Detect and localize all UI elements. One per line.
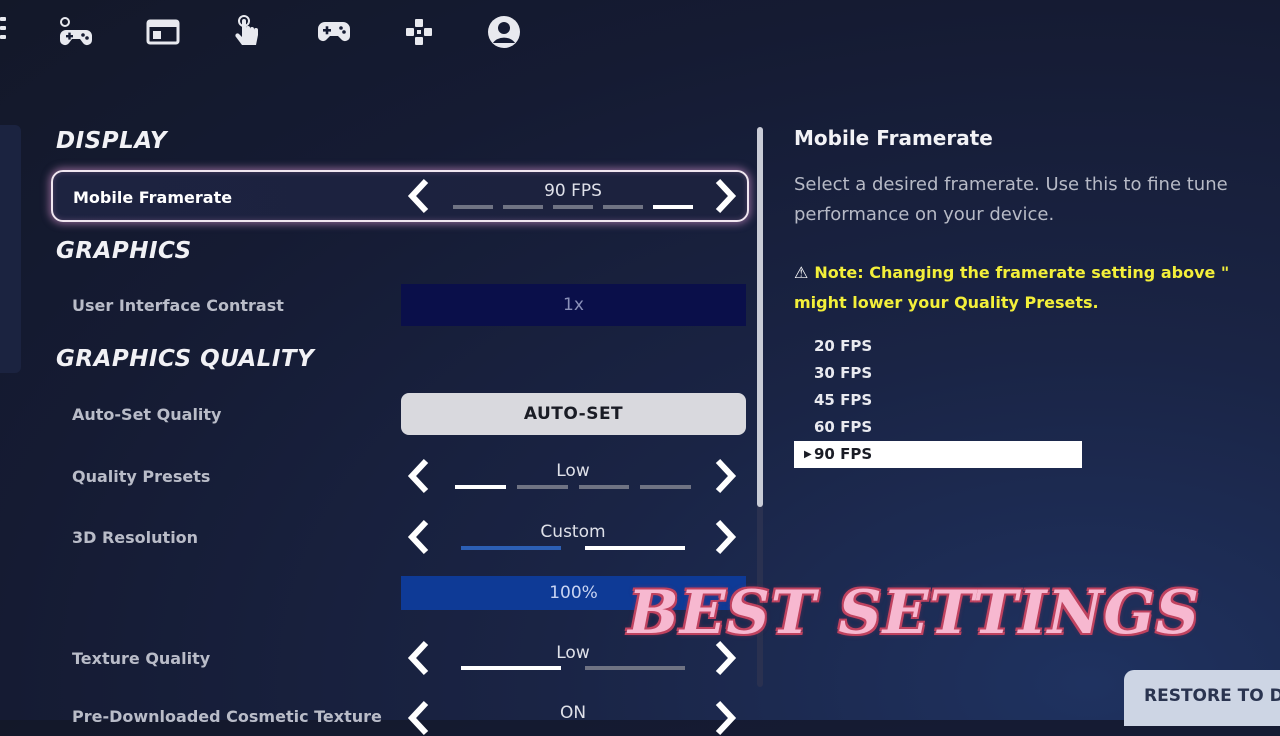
quality-presets-next-arrow-icon[interactable] bbox=[712, 458, 738, 494]
cosmetic-texture-prev-arrow-icon[interactable] bbox=[406, 700, 432, 736]
level-segment bbox=[461, 666, 561, 670]
resolution-3d-next-arrow-icon[interactable] bbox=[712, 519, 738, 555]
level-segment bbox=[516, 485, 568, 489]
framerate-note: ⚠ Note: Changing the framerate setting ab… bbox=[794, 258, 1280, 318]
level-segment bbox=[553, 205, 593, 209]
level-segment bbox=[461, 546, 561, 550]
framerate-option[interactable]: 45 FPS bbox=[794, 387, 1082, 414]
level-segment bbox=[585, 666, 685, 670]
window-icon bbox=[146, 19, 180, 45]
dpad-icon bbox=[406, 19, 432, 45]
quality-presets-prev-arrow-icon[interactable] bbox=[406, 458, 432, 494]
warning-icon: ⚠ bbox=[794, 263, 809, 282]
level-segment bbox=[640, 485, 691, 489]
level-segment bbox=[503, 205, 543, 209]
quality-presets-label: Quality Presets bbox=[72, 467, 211, 486]
account-icon bbox=[488, 16, 520, 48]
cosmetic-texture-label: Pre-Downloaded Cosmetic Texture bbox=[72, 707, 382, 726]
level-segment bbox=[603, 205, 643, 209]
framerate-option[interactable]: 30 FPS bbox=[794, 360, 1082, 387]
tab-touch[interactable] bbox=[228, 12, 268, 52]
quality-presets-value: Low bbox=[556, 461, 590, 481]
game-settings-icon bbox=[60, 17, 92, 46]
detail-title: Mobile Framerate bbox=[794, 126, 993, 150]
tab-controller[interactable] bbox=[314, 12, 354, 52]
mobile-framerate-value: 90 FPS bbox=[544, 181, 602, 201]
auto-set-button[interactable]: AUTO-SET bbox=[401, 393, 746, 435]
framerate-option[interactable]: ▶ 90 FPS bbox=[794, 441, 1082, 468]
section-graphics: GRAPHICS bbox=[56, 238, 192, 264]
level-segment bbox=[578, 485, 630, 489]
section-graphics-quality: GRAPHICS QUALITY bbox=[56, 346, 315, 372]
tab-display[interactable] bbox=[143, 12, 183, 52]
framerate-option[interactable]: 60 FPS bbox=[794, 414, 1082, 441]
detail-description: Select a desired framerate. Use this to … bbox=[794, 174, 1228, 225]
level-segment bbox=[585, 546, 685, 550]
texture-quality-label: Texture Quality bbox=[72, 649, 211, 668]
level-segment bbox=[653, 205, 693, 209]
selected-caret-icon: ▶ bbox=[804, 449, 812, 460]
left-rail bbox=[0, 125, 21, 373]
note-text: Note: Changing the framerate setting abo… bbox=[814, 263, 1230, 282]
mobile-framerate-next-arrow-icon[interactable] bbox=[712, 178, 738, 214]
auto-set-quality-label: Auto-Set Quality bbox=[72, 405, 222, 424]
resolution-3d-label: 3D Resolution bbox=[72, 528, 199, 547]
settings-scrollbar-thumb[interactable] bbox=[757, 127, 763, 507]
tab-game-settings[interactable] bbox=[56, 12, 96, 52]
cosmetic-texture-next-arrow-icon[interactable] bbox=[712, 700, 738, 736]
level-segment bbox=[453, 205, 493, 209]
resolution-3d-prev-arrow-icon[interactable] bbox=[406, 519, 432, 555]
note-text-line2: might lower your Quality Presets. bbox=[794, 293, 1099, 312]
resolution-3d-value: Custom bbox=[540, 522, 606, 542]
tab-dpad[interactable] bbox=[399, 12, 439, 52]
framerate-options-list: 20 FPS 30 FPS 45 FPS 60 FPS ▶ 90 FPS bbox=[794, 333, 1082, 468]
touch-icon bbox=[235, 15, 258, 45]
framerate-option[interactable]: 20 FPS bbox=[794, 333, 1082, 360]
level-segment bbox=[455, 485, 506, 489]
ui-contrast-field[interactable]: 1x bbox=[401, 284, 746, 326]
mobile-framerate-prev-arrow-icon[interactable] bbox=[406, 178, 432, 214]
mobile-framerate-label: Mobile Framerate bbox=[73, 188, 233, 207]
tab-account[interactable] bbox=[484, 12, 524, 52]
controller-icon bbox=[318, 22, 350, 41]
restore-defaults-button[interactable]: RESTORE TO D bbox=[1124, 670, 1280, 726]
ui-contrast-label: User Interface Contrast bbox=[72, 296, 284, 315]
section-display: DISPLAY bbox=[56, 128, 168, 154]
cosmetic-texture-value: ON bbox=[559, 703, 587, 723]
texture-quality-prev-arrow-icon[interactable] bbox=[406, 640, 432, 676]
best-settings-overlay: BEST SETTINGS bbox=[628, 578, 1201, 648]
top-tab-bar bbox=[0, 0, 560, 64]
